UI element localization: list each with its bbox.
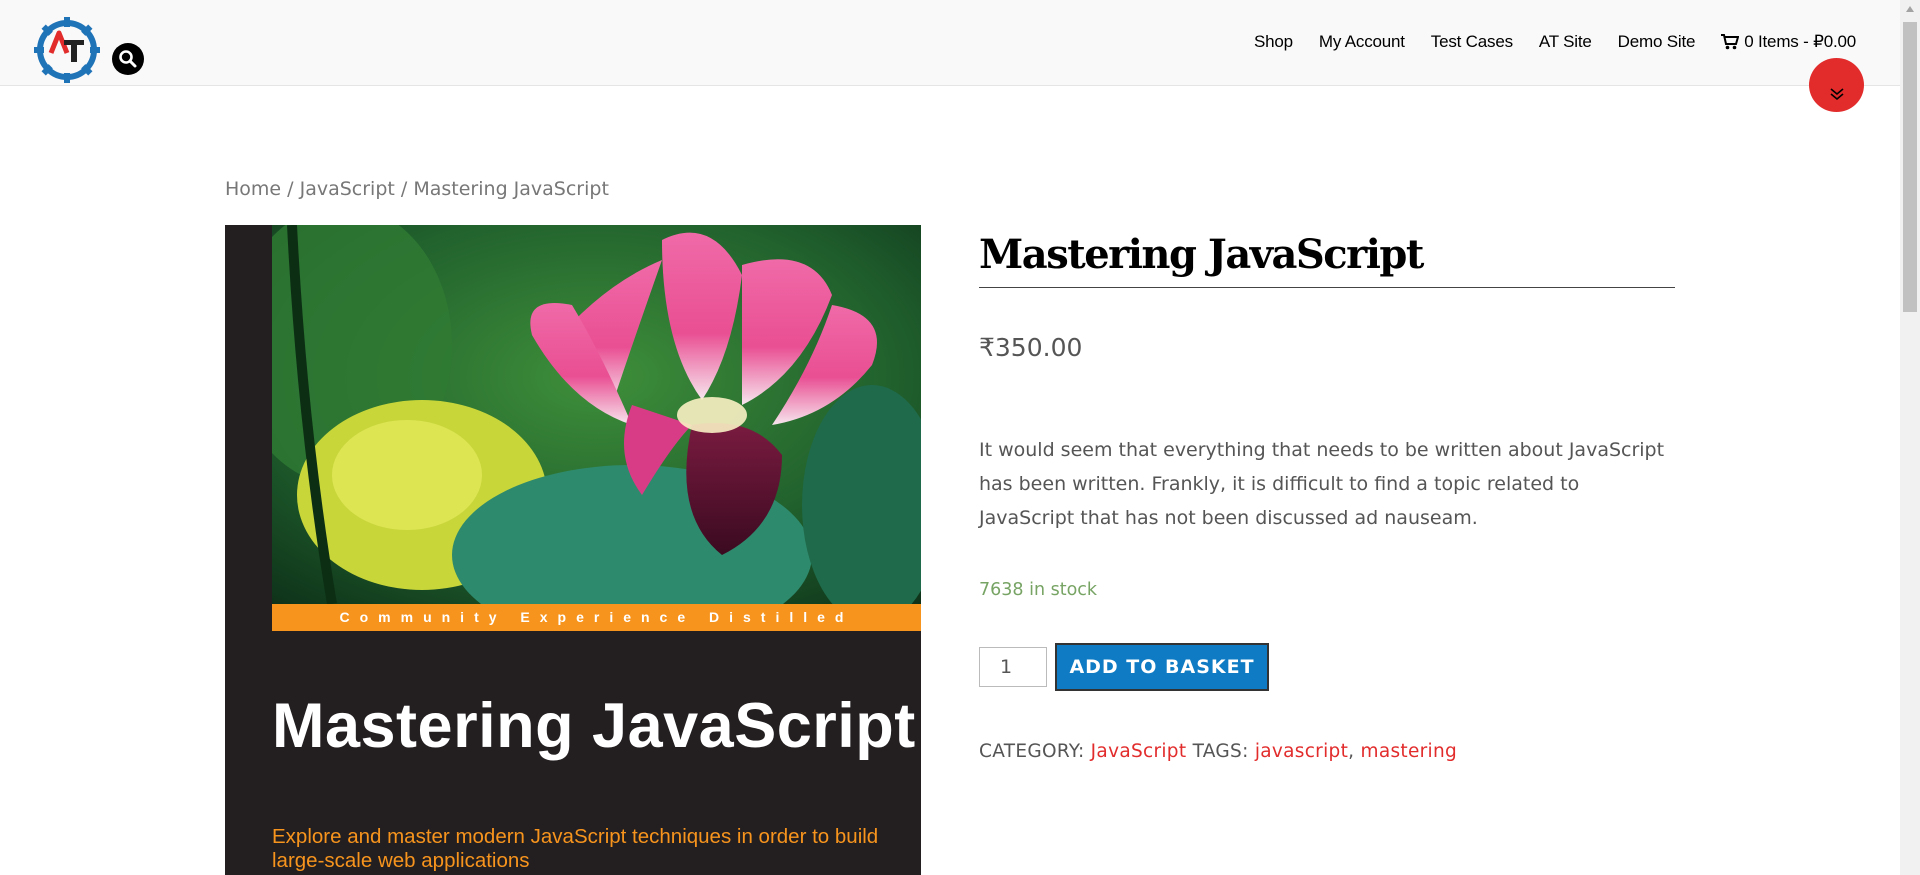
product-image[interactable]: Community Experience Distilled Mastering… (225, 225, 921, 875)
tag-link-mastering[interactable]: mastering (1361, 741, 1458, 762)
add-to-cart-form: ADD TO BASKET (979, 643, 1269, 691)
tags-label: TAGS: (1192, 741, 1249, 762)
scroll-down-button[interactable] (1809, 58, 1864, 112)
cart-label: 0 Items - ₽0.00 (1744, 32, 1856, 51)
breadcrumb-home[interactable]: Home (225, 178, 281, 200)
search-button[interactable] (112, 43, 144, 75)
gear-logo-icon (34, 17, 100, 83)
cover-band-text: Community Experience Distilled (272, 604, 921, 631)
product-price: ₹350.00 (979, 333, 1083, 362)
main-nav: Shop My Account Test Cases AT Site Demo … (1228, 32, 1856, 52)
breadcrumb: Home / JavaScript / Mastering JavaScript (225, 178, 609, 200)
product-title: Mastering JavaScript (979, 225, 1675, 288)
nav-test-cases[interactable]: Test Cases (1431, 32, 1513, 52)
lotus-photo (272, 225, 921, 604)
nav-shop[interactable]: Shop (1254, 32, 1293, 52)
tag-link-javascript[interactable]: javascript (1255, 741, 1348, 762)
vertical-scrollbar[interactable] (1900, 0, 1920, 875)
breadcrumb-category[interactable]: JavaScript (300, 178, 395, 200)
category-link[interactable]: JavaScript (1091, 741, 1187, 762)
scrollbar-thumb[interactable] (1903, 22, 1917, 312)
product-meta: CATEGORY: JavaScript TAGS: javascript, m… (979, 741, 1457, 762)
breadcrumb-current: Mastering JavaScript (413, 178, 609, 200)
nav-my-account[interactable]: My Account (1319, 32, 1405, 52)
cover-title: Mastering JavaScript (272, 691, 916, 761)
stock-status: 7638 in stock (979, 580, 1098, 600)
category-label: CATEGORY: (979, 741, 1085, 762)
nav-at-site[interactable]: AT Site (1539, 32, 1592, 52)
cover-subtitle: Explore and master modern JavaScript tec… (272, 825, 879, 872)
add-to-basket-button[interactable]: ADD TO BASKET (1055, 643, 1269, 691)
search-icon (119, 50, 137, 68)
product-description: It would seem that everything that needs… (979, 439, 1665, 529)
breadcrumb-separator: / (400, 178, 408, 200)
quantity-input[interactable] (979, 647, 1047, 687)
double-chevron-down-icon (1830, 88, 1844, 101)
site-logo[interactable] (34, 17, 100, 83)
cart-icon (1721, 34, 1740, 50)
site-header: Shop My Account Test Cases AT Site Demo … (0, 0, 1900, 86)
scroll-up-arrow-icon[interactable] (1906, 6, 1914, 12)
product-summary: Mastering JavaScript ₹350.00 It would se… (979, 225, 1675, 762)
tag-separator: , (1348, 741, 1355, 762)
nav-demo-site[interactable]: Demo Site (1618, 32, 1696, 52)
nav-cart[interactable]: 0 Items - ₽0.00 (1721, 32, 1856, 52)
breadcrumb-separator: / (287, 178, 294, 200)
